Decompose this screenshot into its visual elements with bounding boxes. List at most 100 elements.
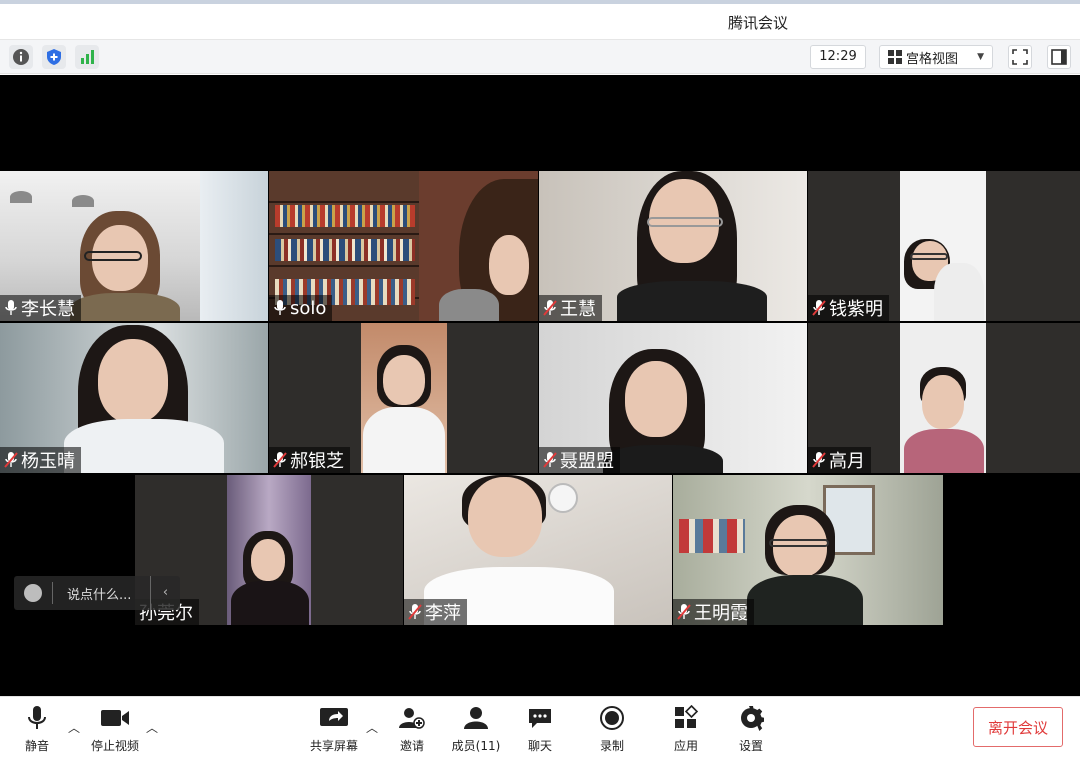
participant-name-tag: 王慧	[539, 295, 602, 321]
chat-bubble-icon	[529, 709, 551, 728]
meeting-clock: 12:29	[810, 45, 866, 69]
chevron-up-icon[interactable]: ︿	[68, 719, 80, 736]
members-icon	[464, 707, 488, 729]
members-button[interactable]: 成员(11)	[444, 705, 508, 757]
bottom-toolbar: 静音 ︿ 停止视频 ︿ 共享屏幕 ︿ 邀请 成员(11) 聊天 录制 应用 设置…	[0, 696, 1080, 761]
record-button[interactable]: 录制	[580, 705, 644, 757]
muted-microphone-icon	[543, 452, 557, 468]
participant-name-tag: 李萍	[404, 599, 467, 625]
ceiling-lamp	[10, 191, 32, 203]
ceiling-lamp	[72, 195, 94, 207]
settings-label: 设置	[738, 739, 763, 753]
participant-video	[231, 531, 309, 625]
view-mode-dropdown[interactable]: 宫格视图 ▼	[879, 45, 993, 69]
participant-name-tag: 钱紫明	[808, 295, 889, 321]
gear-icon	[741, 706, 764, 731]
participant-video	[64, 323, 224, 473]
video-grid: 李长慧 solo 王慧 钱紫明 杨玉晴 郝银芝 聂盟盟 高月 孙莞尔 李萍 王明…	[0, 75, 1080, 696]
mute-label: 静音	[24, 739, 49, 753]
participant-name-tag: 聂盟盟	[539, 447, 620, 473]
muted-microphone-icon	[812, 300, 826, 316]
participant-name-tag: 高月	[808, 447, 871, 473]
video-tile[interactable]: 李长慧	[0, 171, 268, 321]
participant-name-tag: 王明霞	[673, 599, 754, 625]
fullscreen-icon	[1012, 49, 1028, 65]
participant-video	[363, 345, 445, 473]
invite-label: 邀请	[399, 739, 424, 753]
video-tile[interactable]: 王慧	[539, 171, 807, 321]
emoji-icon[interactable]	[24, 584, 42, 602]
participant-name: 李萍	[425, 603, 461, 624]
grid-view-icon	[888, 50, 902, 64]
participant-name: 李长慧	[21, 299, 75, 320]
muted-microphone-icon	[4, 452, 18, 468]
sidebar-toggle-button[interactable]	[1047, 45, 1071, 69]
fullscreen-button[interactable]	[1008, 45, 1032, 69]
video-tile[interactable]: 杨玉晴	[0, 323, 268, 473]
microphone-icon	[28, 706, 46, 729]
apps-button[interactable]: 应用	[654, 705, 718, 757]
share-screen-icon	[320, 708, 348, 726]
participant-name: solo	[290, 297, 327, 319]
share-screen-label: 共享屏幕	[309, 739, 358, 753]
share-screen-button[interactable]: 共享屏幕	[302, 705, 366, 757]
video-tile[interactable]: 高月	[808, 323, 1080, 473]
chat-input[interactable]: 说点什么... ‹	[14, 576, 180, 610]
muted-microphone-icon	[543, 300, 557, 316]
shield-icon[interactable]	[42, 45, 66, 69]
divider	[52, 582, 53, 604]
chevron-left-icon[interactable]: ‹	[150, 576, 180, 610]
window-background	[200, 171, 268, 321]
apps-icon	[675, 705, 699, 728]
books-row	[275, 205, 415, 227]
stop-video-label: 停止视频	[90, 739, 139, 753]
chat-placeholder: 说点什么...	[67, 587, 132, 603]
signal-icon[interactable]	[75, 45, 99, 69]
stop-video-button[interactable]: 停止视频	[83, 705, 147, 757]
books-row	[275, 239, 415, 261]
chat-button[interactable]: 聊天	[508, 705, 572, 757]
participant-name-tag: 杨玉晴	[0, 447, 81, 473]
video-tile[interactable]: 李萍	[404, 475, 672, 625]
participant-video	[904, 367, 984, 473]
muted-microphone-icon	[812, 452, 826, 468]
record-icon	[600, 706, 624, 730]
chat-label: 聊天	[527, 739, 552, 753]
apps-label: 应用	[673, 739, 698, 753]
wall-posters	[679, 519, 745, 553]
leave-meeting-button[interactable]: 离开会议	[973, 707, 1063, 747]
participant-video	[904, 233, 984, 321]
mute-button[interactable]: 静音	[5, 705, 69, 757]
participant-name: 王慧	[560, 299, 596, 320]
participant-name: 杨玉晴	[21, 451, 75, 472]
microphone-icon	[5, 300, 17, 315]
sidebar-panel-icon	[1051, 49, 1067, 65]
participant-video	[419, 179, 538, 321]
participant-name-tag: solo	[269, 295, 333, 321]
record-label: 录制	[599, 739, 624, 753]
muted-microphone-icon	[408, 604, 422, 620]
participant-video	[70, 209, 190, 321]
video-tile[interactable]: 郝银芝	[269, 323, 538, 473]
video-tile[interactable]: 王明霞	[673, 475, 943, 625]
video-tile[interactable]: 聂盟盟	[539, 323, 807, 473]
settings-button[interactable]: 设置	[719, 705, 783, 757]
chevron-down-icon: ▼	[977, 52, 984, 62]
camera-icon	[101, 710, 129, 726]
invite-button[interactable]: 邀请	[380, 705, 444, 757]
add-user-icon	[399, 708, 425, 729]
muted-microphone-icon	[677, 604, 691, 620]
members-label: 成员(11)	[451, 739, 501, 753]
participant-name-tag: 郝银芝	[269, 447, 350, 473]
top-toolbar: 12:29 宫格视图 ▼	[0, 40, 1080, 74]
chevron-up-icon[interactable]: ︿	[146, 719, 158, 736]
chevron-up-icon[interactable]: ︿	[366, 719, 378, 736]
participant-video	[603, 349, 729, 473]
participant-video	[617, 171, 767, 321]
participant-name: 钱紫明	[829, 299, 883, 320]
meeting-window: 腾讯会议 12:29 宫格视图 ▼ 李长慧 solo 王慧 钱紫明 杨玉晴 郝银…	[0, 0, 1080, 761]
video-tile[interactable]: solo	[269, 171, 538, 321]
video-tile[interactable]: 钱紫明	[808, 171, 1080, 321]
participant-name: 高月	[829, 451, 865, 472]
info-icon[interactable]	[9, 45, 33, 69]
